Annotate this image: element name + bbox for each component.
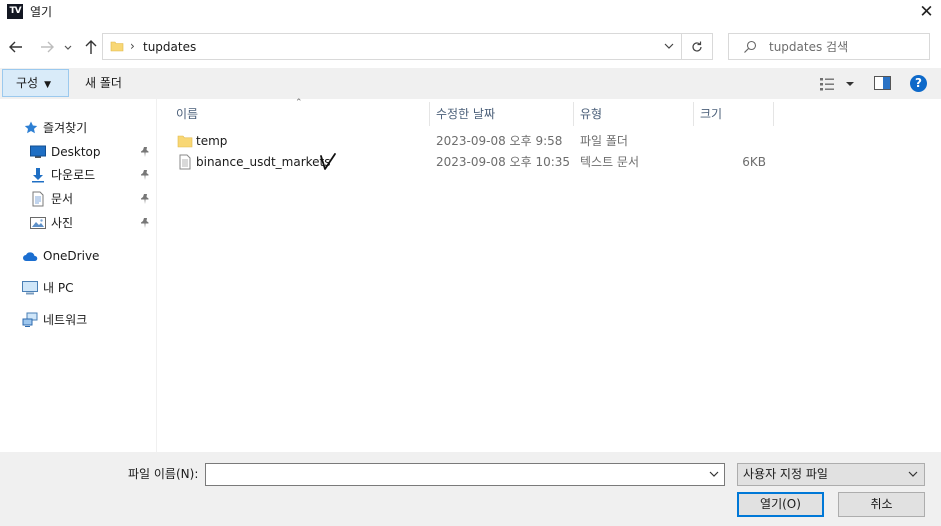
- refresh-button[interactable]: [682, 33, 713, 60]
- filename-dropdown-button[interactable]: [706, 466, 722, 483]
- sidebar-item-label: 다운로드: [51, 168, 96, 182]
- back-button[interactable]: [5, 36, 27, 58]
- details-view-icon: [820, 78, 854, 91]
- caret-down-icon: ▼: [44, 80, 52, 90]
- sidebar-item-favorites[interactable]: 즐겨찾기: [0, 117, 157, 139]
- sidebar-item-label: 문서: [51, 192, 74, 206]
- open-button[interactable]: 열기(O): [737, 492, 824, 517]
- sidebar-item-pictures[interactable]: 사진: [0, 212, 157, 234]
- help-button[interactable]: ?: [910, 75, 927, 92]
- column-header-type[interactable]: 유형: [574, 102, 694, 126]
- chevron-down-icon: [64, 45, 72, 50]
- search-icon: [744, 40, 757, 53]
- folder-icon: [177, 135, 193, 148]
- navigation-pane: 즐겨찾기 Desktop 다운로드 문서 사진 OneDrive 내 PC 네트…: [0, 99, 157, 452]
- sidebar-item-label: 즐겨찾기: [43, 121, 88, 135]
- address-dropdown-button[interactable]: [661, 37, 677, 55]
- file-type-select[interactable]: 사용자 지정 파일: [737, 463, 925, 486]
- computer-icon: [22, 281, 38, 295]
- pictures-icon: [30, 217, 46, 229]
- organize-button[interactable]: 구성 ▼: [2, 69, 69, 97]
- new-folder-button[interactable]: 새 폴더: [85, 74, 122, 92]
- command-bar: 구성 ▼ 새 폴더 ?: [0, 68, 941, 99]
- file-modified: 2023-09-08 오후 9:58: [436, 134, 563, 148]
- folder-icon: [110, 41, 124, 52]
- arrow-up-icon: [85, 40, 97, 54]
- file-modified: 2023-09-08 오후 10:35: [436, 155, 571, 169]
- star-icon: [24, 121, 38, 134]
- close-button[interactable]: ✕: [912, 0, 941, 24]
- sidebar-item-documents[interactable]: 문서: [0, 188, 157, 210]
- file-row[interactable]: temp 2023-09-08 오후 9:58 파일 폴더: [158, 131, 941, 152]
- sidebar-item-label: 내 PC: [43, 281, 74, 295]
- organize-label: 구성: [16, 76, 39, 90]
- chevron-down-icon: [709, 471, 719, 477]
- recent-locations-button[interactable]: [61, 36, 75, 58]
- pin-icon: [141, 194, 149, 204]
- refresh-icon: [692, 41, 702, 52]
- app-logo: TV: [7, 4, 23, 19]
- cancel-button[interactable]: 취소: [838, 492, 925, 517]
- cloud-icon: [23, 252, 38, 261]
- pin-icon: [141, 218, 149, 228]
- network-icon: [22, 312, 38, 327]
- file-name: temp: [196, 134, 228, 148]
- sidebar-item-network[interactable]: 네트워크: [0, 309, 157, 331]
- search-box[interactable]: tupdates 검색: [728, 33, 930, 60]
- file-type-selected: 사용자 지정 파일: [743, 467, 828, 481]
- window-title: 열기: [30, 5, 53, 19]
- text-file-icon: [179, 154, 191, 170]
- address-bar[interactable]: › tupdates: [102, 33, 682, 60]
- desktop-icon: [30, 145, 46, 158]
- handwritten-check-mark: [320, 153, 336, 170]
- sidebar-item-onedrive[interactable]: OneDrive: [0, 245, 157, 267]
- file-size: 6KB: [742, 155, 766, 169]
- arrow-right-icon: [41, 41, 54, 53]
- download-icon: [32, 168, 44, 183]
- column-header-name[interactable]: 이름: [170, 102, 430, 126]
- file-type: 파일 폴더: [580, 134, 628, 148]
- file-name: binance_usdt_markets: [196, 155, 331, 169]
- sidebar-item-downloads[interactable]: 다운로드: [0, 164, 157, 186]
- document-icon: [32, 191, 44, 207]
- column-header-modified[interactable]: 수정한 날짜: [430, 102, 574, 126]
- sidebar-item-label: 사진: [51, 216, 74, 230]
- title-bar: TV 열기 ✕: [0, 0, 941, 24]
- sidebar-item-this-pc[interactable]: 내 PC: [0, 277, 157, 299]
- sidebar-item-desktop[interactable]: Desktop: [0, 141, 157, 163]
- search-placeholder[interactable]: tupdates 검색: [769, 38, 848, 56]
- chevron-down-icon: [906, 464, 920, 493]
- file-type: 텍스트 문서: [580, 155, 640, 169]
- pin-icon: [141, 147, 149, 157]
- filename-label: 파일 이름(N):: [128, 467, 199, 481]
- arrow-left-icon: [9, 41, 22, 53]
- breadcrumb-current[interactable]: tupdates: [143, 38, 196, 56]
- up-button[interactable]: [80, 36, 102, 58]
- bottom-panel: 파일 이름(N): 사용자 지정 파일 열기(O) 취소: [0, 452, 941, 526]
- forward-button[interactable]: [36, 36, 58, 58]
- file-list: ⌃ 이름 수정한 날짜 유형 크기 temp 2023-09-08 오후 9:5…: [158, 99, 941, 452]
- preview-pane-button[interactable]: [874, 76, 891, 90]
- chevron-down-icon: [664, 43, 674, 49]
- preview-pane-icon: [874, 76, 891, 90]
- sidebar-item-label: Desktop: [51, 145, 101, 159]
- column-header-size[interactable]: 크기: [694, 102, 774, 126]
- sidebar-item-label: OneDrive: [43, 249, 100, 263]
- view-options-button[interactable]: [819, 75, 855, 93]
- pin-icon: [141, 170, 149, 180]
- breadcrumb-separator[interactable]: ›: [130, 37, 135, 55]
- sidebar-item-label: 네트워크: [43, 313, 88, 327]
- filename-input[interactable]: [205, 463, 725, 486]
- file-row[interactable]: binance_usdt_markets 2023-09-08 오후 10:35…: [158, 152, 941, 173]
